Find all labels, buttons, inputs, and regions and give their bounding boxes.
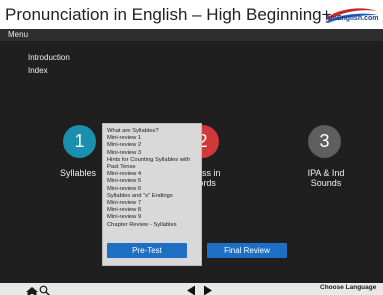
submenu-item[interactable]: Syllables and "s" Endings [107, 193, 201, 200]
menu-bar: Menu [0, 29, 383, 41]
pre-test-button[interactable]: Pre-Test [107, 243, 187, 258]
submenu-item[interactable]: Mini-review 6 [107, 186, 201, 193]
prev-arrow-icon[interactable] [186, 283, 196, 295]
submenu-item[interactable]: Mini-review 2 [107, 142, 201, 149]
submenu-item[interactable]: Mini-review 3 [107, 150, 201, 157]
submenu-item[interactable]: Mini-review 5 [107, 178, 201, 185]
amenglish-logo[interactable]: AmEnglish.com [323, 6, 379, 25]
menu-button[interactable]: Menu [8, 30, 28, 39]
section-3-label[interactable]: IPA & Ind Sounds [298, 168, 354, 188]
submenu-item[interactable]: Chapter Review - Syllables [107, 222, 201, 229]
final-review-button[interactable]: Final Review [207, 243, 287, 258]
section-1-button[interactable]: 1 [63, 125, 96, 158]
submenu-item[interactable]: Mini-review 8 [107, 207, 201, 214]
nav-item-introduction[interactable]: Introduction [28, 53, 70, 62]
nav-item-index[interactable]: Index [28, 66, 48, 75]
search-icon[interactable] [39, 283, 50, 295]
section-3-button[interactable]: 3 [308, 125, 341, 158]
home-icon[interactable] [26, 284, 38, 295]
submenu-item[interactable]: What are Syllables? [107, 128, 201, 135]
next-arrow-icon[interactable] [203, 283, 213, 295]
submenu-item[interactable]: Mini-review 7 [107, 200, 201, 207]
app-title: Pronunciation in English – High Beginnin… [5, 5, 332, 24]
section-1-label[interactable]: Syllables [56, 168, 100, 178]
svg-text:AmEnglish.com: AmEnglish.com [326, 15, 379, 22]
header: Pronunciation in English – High Beginnin… [0, 0, 383, 29]
submenu-item[interactable]: Hints for Counting Syllables with Past T… [107, 157, 199, 171]
submenu-item[interactable]: Mini-review 1 [107, 135, 201, 142]
submenu-item[interactable]: Mini-review 9 [107, 214, 201, 221]
submenu-item[interactable]: Mini-review 4 [107, 171, 201, 178]
choose-language-button[interactable]: Choose Language [320, 284, 376, 291]
app-window: Pronunciation in English – High Beginnin… [0, 0, 383, 295]
